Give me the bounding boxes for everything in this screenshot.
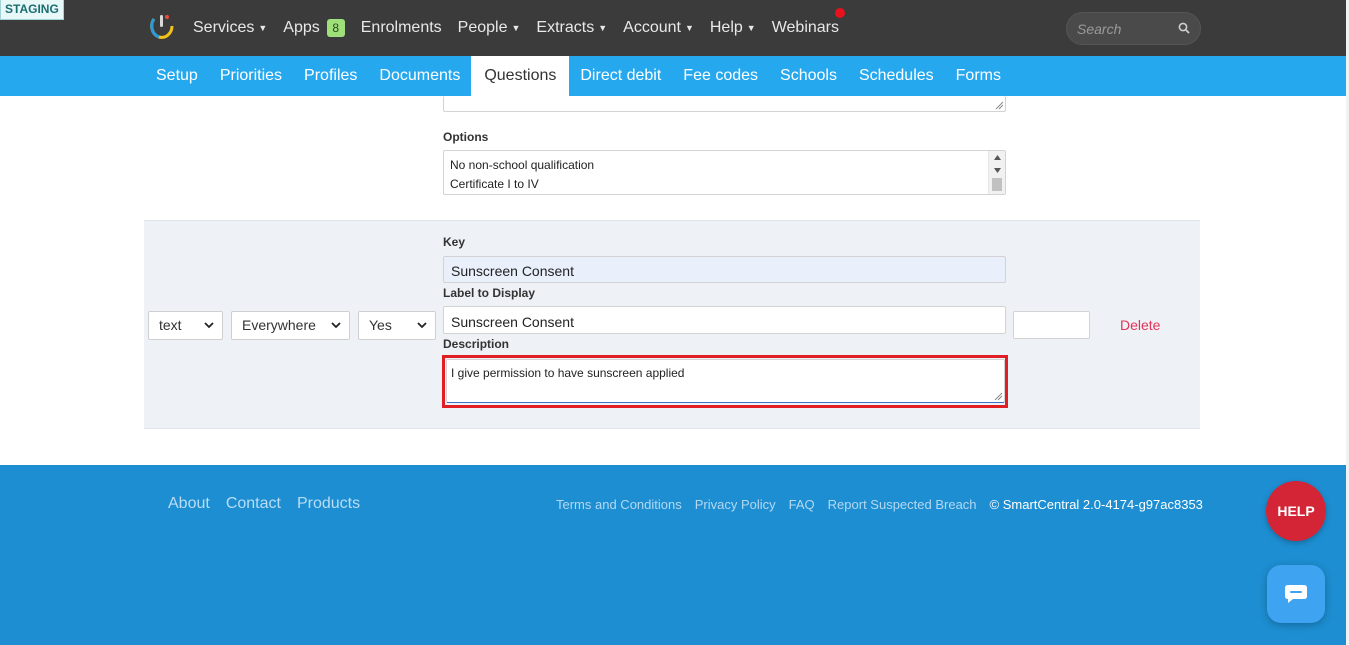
search-icon[interactable]	[1178, 22, 1190, 34]
notification-dot	[835, 8, 845, 18]
search-box[interactable]	[1066, 12, 1201, 45]
tab-fee-codes[interactable]: Fee codes	[672, 56, 769, 96]
visibility-select[interactable]: Everywhere	[231, 311, 350, 340]
options-label: Options	[443, 130, 489, 144]
top-navbar: STAGING Services ▼ Apps 8 Enrolments Peopl…	[0, 0, 1349, 56]
footer-products-link[interactable]: Products	[297, 495, 360, 513]
tab-profiles[interactable]: Profiles	[293, 56, 368, 96]
chat-bubble-icon	[1285, 585, 1307, 603]
menu-account[interactable]: Account ▼	[623, 19, 694, 37]
previous-description-textarea[interactable]	[443, 96, 1006, 112]
tab-questions[interactable]: Questions	[471, 56, 570, 96]
menu-people[interactable]: People ▼	[458, 19, 521, 37]
required-select[interactable]: Yes	[358, 311, 436, 340]
label-to-display-input[interactable]: Sunscreen Consent	[443, 306, 1006, 334]
footer-copyright: © SmartCentral 2.0-4174-g97ac8353	[989, 497, 1203, 512]
footer-about-link[interactable]: About	[168, 495, 210, 513]
caret-down-icon: ▼	[746, 23, 756, 33]
footer: About Contact Products Terms and Conditi…	[0, 465, 1346, 645]
scroll-thumb[interactable]	[992, 178, 1002, 191]
apps-count-badge: 8	[326, 19, 345, 37]
chevron-down-icon	[331, 322, 341, 329]
key-label: Key	[443, 235, 466, 249]
menu-apps[interactable]: Apps 8	[283, 19, 345, 37]
menu-extracts[interactable]: Extracts ▼	[536, 19, 607, 37]
chevron-down-icon	[204, 322, 214, 329]
menu-people-label: People	[457, 19, 508, 36]
scroll-up-icon[interactable]	[994, 155, 1001, 160]
menu-apps-label: Apps	[283, 19, 320, 36]
menu-extracts-label: Extracts	[536, 19, 595, 36]
tab-forms[interactable]: Forms	[945, 56, 1012, 96]
tab-schedules[interactable]: Schedules	[848, 56, 945, 96]
option-line: Certificate I to IV	[450, 177, 539, 191]
settings-tabs-bar: Setup Priorities Profiles Documents Ques…	[0, 56, 1346, 96]
chat-button[interactable]	[1267, 565, 1325, 623]
main-menu: Services ▼ Apps 8 Enrolments People ▼ Extra…	[193, 0, 839, 56]
menu-services[interactable]: Services ▼	[193, 19, 267, 37]
menu-account-label: Account	[623, 19, 681, 36]
type-select-value: text	[159, 317, 182, 333]
key-input[interactable]: Sunscreen Consent	[443, 256, 1006, 283]
footer-privacy-link[interactable]: Privacy Policy	[695, 497, 776, 512]
delete-question-link[interactable]: Delete	[1120, 317, 1160, 333]
caret-down-icon: ▼	[258, 23, 268, 33]
visibility-select-value: Everywhere	[242, 317, 316, 333]
tab-setup[interactable]: Setup	[145, 56, 209, 96]
footer-terms-link[interactable]: Terms and Conditions	[556, 497, 682, 512]
caret-down-icon: ▼	[684, 23, 694, 33]
footer-report-breach-link[interactable]: Report Suspected Breach	[828, 497, 977, 512]
staging-badge: STAGING	[0, 0, 64, 20]
menu-enrolments[interactable]: Enrolments	[361, 19, 442, 37]
description-label: Description	[443, 337, 510, 351]
description-highlight-box	[442, 355, 1008, 408]
resize-grip-icon[interactable]	[995, 101, 1004, 110]
label-to-display-label: Label to Display	[443, 286, 536, 300]
menu-webinars-label: Webinars	[771, 19, 839, 36]
menu-services-label: Services	[193, 19, 255, 36]
help-button[interactable]: HELP	[1266, 481, 1326, 541]
options-scrollbar[interactable]	[988, 151, 1005, 194]
app-logo-icon[interactable]	[149, 12, 175, 40]
chevron-down-icon	[417, 322, 427, 329]
footer-contact-link[interactable]: Contact	[226, 495, 281, 513]
caret-down-icon: ▼	[598, 23, 608, 33]
tab-documents[interactable]: Documents	[368, 56, 471, 96]
menu-webinars[interactable]: Webinars	[772, 19, 839, 37]
option-line: No non-school qualification	[450, 158, 595, 172]
menu-enrolments-label: Enrolments	[360, 19, 442, 36]
order-input[interactable]	[1013, 311, 1090, 339]
tab-direct-debit[interactable]: Direct debit	[569, 56, 672, 96]
options-textarea[interactable]: No non-school qualification Certificate …	[443, 150, 1006, 195]
required-select-value: Yes	[369, 317, 392, 333]
scroll-down-icon[interactable]	[994, 168, 1001, 173]
menu-help[interactable]: Help ▼	[710, 19, 756, 37]
caret-down-icon: ▼	[511, 23, 521, 33]
footer-faq-link[interactable]: FAQ	[789, 497, 815, 512]
type-select[interactable]: text	[148, 311, 223, 340]
menu-help-label: Help	[709, 19, 743, 36]
tab-schools[interactable]: Schools	[769, 56, 848, 96]
search-input[interactable]	[1077, 13, 1177, 44]
tab-priorities[interactable]: Priorities	[209, 56, 293, 96]
